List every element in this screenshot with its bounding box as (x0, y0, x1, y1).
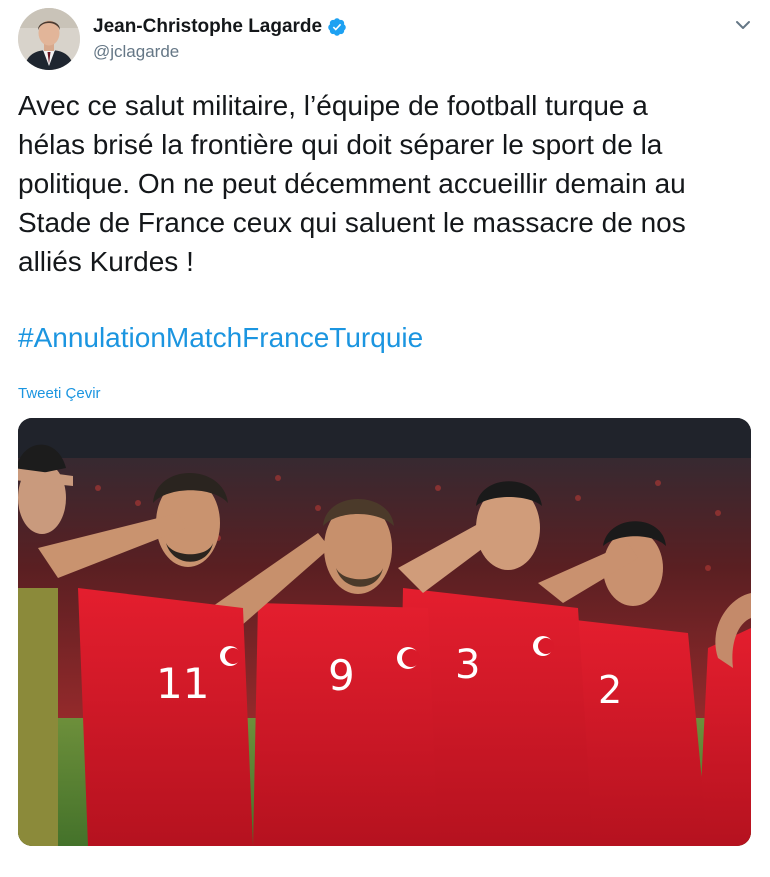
tweet: Jean-Christophe Lagarde @jclagarde Avec … (0, 0, 770, 877)
translate-tweet-link[interactable]: Tweeti Çevir (18, 385, 101, 402)
author-name-row: Jean-Christophe Lagarde (93, 16, 347, 38)
verified-badge-icon (328, 18, 346, 36)
jersey-number: 2 (598, 668, 622, 712)
tweet-text-line: hélas brisé la frontière qui doit sépare… (18, 129, 663, 160)
tweet-text-line: politique. On ne peut décemment accueill… (18, 168, 686, 199)
tweet-text-line: Avec ce salut militaire, l’équipe de foo… (18, 90, 648, 121)
tweet-text: Avec ce salut militaire, l’équipe de foo… (18, 86, 753, 281)
jersey-number: 9 (328, 651, 355, 700)
hashtag-link[interactable]: #AnnulationMatchFranceTurquie (18, 318, 423, 357)
jersey-number: 3 (455, 642, 480, 688)
tweet-text-line: alliés Kurdes ! (18, 246, 194, 277)
tweet-text-line: Stade de France ceux qui saluent le mass… (18, 207, 686, 238)
avatar-image (18, 8, 80, 70)
team-salute-photo: 2 3 9 11 (18, 418, 751, 846)
display-name[interactable]: Jean-Christophe Lagarde (93, 16, 322, 38)
user-handle[interactable]: @jclagarde (93, 42, 179, 62)
avatar[interactable] (18, 8, 80, 70)
chevron-down-icon[interactable] (732, 14, 754, 36)
jersey-number: 11 (156, 659, 209, 708)
tweet-photo[interactable]: 2 3 9 11 (18, 418, 751, 846)
